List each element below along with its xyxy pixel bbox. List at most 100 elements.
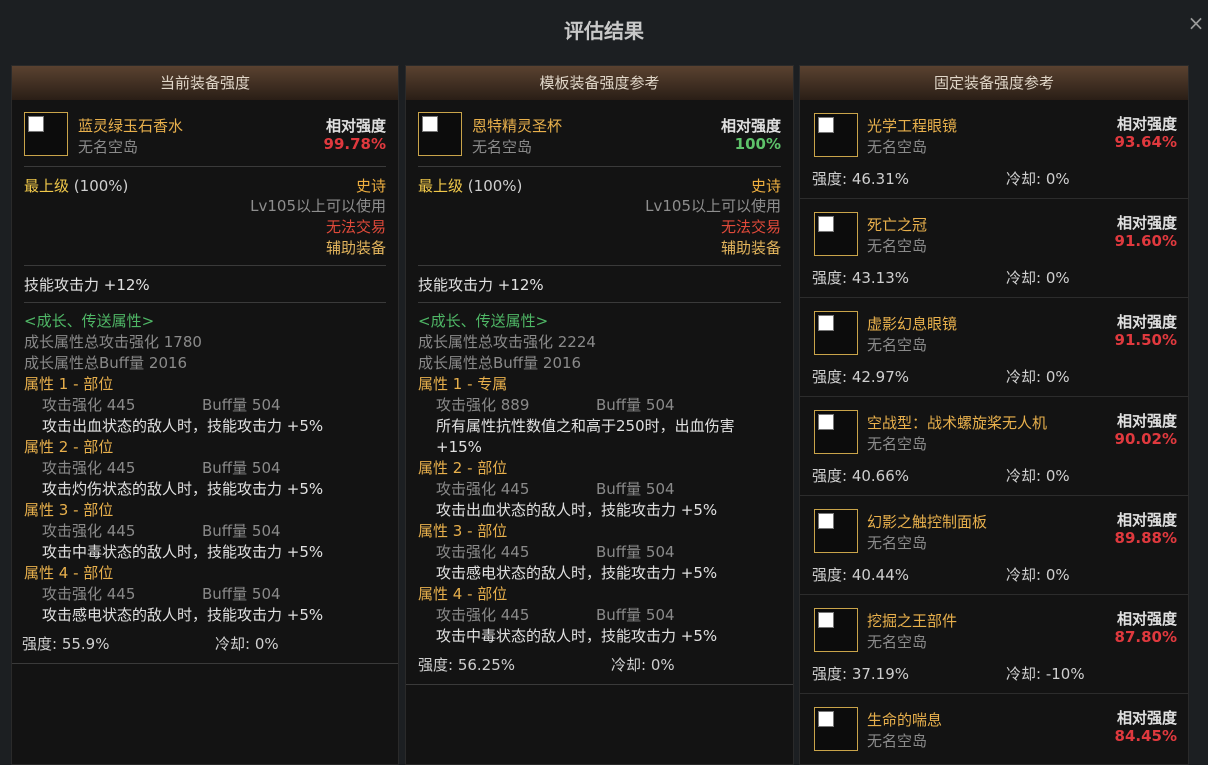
close-icon[interactable]: × xyxy=(1186,13,1206,33)
relative-strength-value: 91.50% xyxy=(1114,331,1177,349)
item-image xyxy=(814,707,858,751)
attribute-title: 属性 2 - 部位 xyxy=(24,438,114,456)
attribute-stats: 攻击强化 445 Buff量 504 xyxy=(418,542,781,563)
item-source: 无名空岛 xyxy=(78,138,139,156)
buff-stat: Buff量 504 xyxy=(202,585,281,603)
buff-stat: Buff量 504 xyxy=(596,480,675,498)
item-name: 空战型：战术螺旋桨无人机 xyxy=(867,414,1048,432)
attribute-effect: 攻击中毒状态的敌人时，技能攻击力 +5% xyxy=(42,543,324,561)
panel-header: 当前装备强度 xyxy=(12,66,398,100)
attribute-block: 属性 3 - 部位 攻击强化 445 Buff量 504 攻击感电状态的敌人时，技… xyxy=(418,521,781,584)
strength-row: 强度: 56.25% 冷却: 0% xyxy=(418,654,793,676)
item-name: 挖掘之王部件 xyxy=(867,612,958,630)
relative-strength-value: 84.45% xyxy=(1114,727,1177,745)
relative-strength-label: 相对强度 xyxy=(325,117,386,135)
skill-attack: 技能攻击力 +12% xyxy=(418,276,544,294)
relative-strength-value: 90.02% xyxy=(1114,430,1177,448)
equipment-card[interactable]: 空战型：战术螺旋桨无人机 无名空岛 相对强度 90.02% 强度: 40.66%… xyxy=(800,397,1188,496)
relative-strength-label: 相对强度 xyxy=(1116,115,1177,133)
cooldown-value: 冷却: 0% xyxy=(1006,170,1070,188)
attribute-title: 属性 1 - 部位 xyxy=(24,375,114,393)
item-image xyxy=(814,410,858,454)
relative-strength-value: 93.64% xyxy=(1114,133,1177,151)
relative-strength-label: 相对强度 xyxy=(1116,709,1177,727)
attribute-effect: 攻击中毒状态的敌人时，技能攻击力 +5% xyxy=(436,627,718,645)
item-source: 无名空岛 xyxy=(867,732,928,750)
item-name: 死亡之冠 xyxy=(867,216,928,234)
equipment-card[interactable]: 生命的喘息 无名空岛 相对强度 84.45% xyxy=(800,694,1188,764)
fixed-equipment-panel: 固定装备强度参考 光学工程眼镜 无名空岛 相对强度 93.64% 强度: 46.… xyxy=(799,65,1189,765)
attack-stat: 攻击强化 445 xyxy=(436,480,530,498)
item-image xyxy=(814,212,858,256)
attribute-block: 属性 1 - 部位 攻击强化 445 Buff量 504 攻击出血状态的敌人时，技… xyxy=(24,374,386,437)
relative-strength-value: 100% xyxy=(734,135,781,153)
grade: 最上级 xyxy=(418,177,464,195)
item-source: 无名空岛 xyxy=(867,435,928,453)
strength-value: 强度: 42.97% xyxy=(812,368,910,386)
item-image xyxy=(814,608,858,652)
attribute-title: 属性 2 - 部位 xyxy=(418,459,508,477)
growth-header: <成长、传送属性> xyxy=(418,312,549,330)
growth-attack: 成长属性总攻击强化 1780 xyxy=(24,333,202,351)
strength-row: 强度: 55.9% 冷却: 0% xyxy=(22,633,398,655)
attribute-block: 属性 1 - 专属 攻击强化 889 Buff量 504 所有属性抗性数值之和高于… xyxy=(418,374,781,458)
attribute-effect: 攻击感电状态的敌人时，技能攻击力 +5% xyxy=(436,564,718,582)
strength-value: 强度: 40.66% xyxy=(812,467,910,485)
attack-stat: 攻击强化 445 xyxy=(42,585,136,603)
level-requirement: Lv105以上可以使用 xyxy=(250,197,386,215)
attack-stat: 攻击强化 445 xyxy=(436,543,530,561)
divider xyxy=(418,265,781,266)
item-header: 蓝灵绿玉石香水 无名空岛 相对强度 99.78% xyxy=(24,112,386,160)
cooldown-value: 冷却: 0% xyxy=(611,656,675,674)
cooldown-value: 冷却: -10% xyxy=(1006,665,1085,683)
divider xyxy=(418,166,781,167)
buff-stat: Buff量 504 xyxy=(596,606,675,624)
item-source: 无名空岛 xyxy=(867,633,928,651)
attribute-effect: 攻击出血状态的敌人时，技能攻击力 +5% xyxy=(42,417,324,435)
relative-strength-label: 相对强度 xyxy=(1116,313,1177,331)
attack-stat: 攻击强化 889 xyxy=(436,396,530,414)
item-name: 光学工程眼镜 xyxy=(867,117,958,135)
relative-strength-value: 91.60% xyxy=(1114,232,1177,250)
item-source: 无名空岛 xyxy=(472,138,533,156)
equipment-card[interactable]: 挖掘之王部件 无名空岛 相对强度 87.80% 强度: 37.19% 冷却: -… xyxy=(800,595,1188,694)
item-header: 恩特精灵圣杯 无名空岛 相对强度 100% xyxy=(418,112,781,160)
growth-attack: 成长属性总攻击强化 2224 xyxy=(418,333,596,351)
attribute-stats: 攻击强化 445 Buff量 504 xyxy=(418,605,781,626)
equipment-card[interactable]: 虚影幻息眼镜 无名空岛 相对强度 91.50% 强度: 42.97% 冷却: 0… xyxy=(800,298,1188,397)
buff-stat: Buff量 504 xyxy=(596,543,675,561)
attribute-stats: 攻击强化 445 Buff量 504 xyxy=(418,479,781,500)
cooldown-value: 冷却: 0% xyxy=(1006,368,1070,386)
growth-buff: 成长属性总Buff量 2016 xyxy=(418,354,582,372)
item-name: 虚影幻息眼镜 xyxy=(867,315,958,333)
attribute-title: 属性 3 - 部位 xyxy=(418,522,508,540)
attribute-block: 属性 2 - 部位 攻击强化 445 Buff量 504 攻击灼伤状态的敌人时，技… xyxy=(24,437,386,500)
attribute-block: 属性 4 - 部位 攻击强化 445 Buff量 504 攻击感电状态的敌人时，技… xyxy=(24,563,386,626)
equipment-card[interactable]: 幻影之触控制面板 无名空岛 相对强度 89.88% 强度: 40.44% 冷却:… xyxy=(800,496,1188,595)
equipment-slot: 辅助装备 xyxy=(325,239,386,257)
relative-strength-label: 相对强度 xyxy=(720,117,781,135)
grade-row: 最上级 (100%) 史诗 xyxy=(418,175,781,196)
dialog-title: 评估结果 xyxy=(564,19,644,43)
panel-header: 固定装备强度参考 xyxy=(800,66,1188,100)
equipment-card[interactable]: 光学工程眼镜 无名空岛 相对强度 93.64% 强度: 46.31% 冷却: 0… xyxy=(800,100,1188,199)
panel-header: 模板装备强度参考 xyxy=(406,66,793,100)
item-image xyxy=(24,112,68,156)
item-source: 无名空岛 xyxy=(867,237,928,255)
attribute-title: 属性 1 - 专属 xyxy=(418,375,508,393)
buff-stat: Buff量 504 xyxy=(202,396,281,414)
attribute-stats: 攻击强化 445 Buff量 504 xyxy=(24,521,386,542)
attack-stat: 攻击强化 445 xyxy=(42,396,136,414)
item-name: 生命的喘息 xyxy=(867,711,943,729)
strength-value: 强度: 55.9% xyxy=(22,635,110,653)
divider xyxy=(24,166,386,167)
attribute-block: 属性 4 - 部位 攻击强化 445 Buff量 504 攻击中毒状态的敌人时，技… xyxy=(418,584,781,647)
grade-row: 最上级 (100%) 史诗 xyxy=(24,175,386,196)
grade-percent: (100%) xyxy=(467,177,523,195)
item-name: 幻影之触控制面板 xyxy=(867,513,988,531)
equipment-card[interactable]: 死亡之冠 无名空岛 相对强度 91.60% 强度: 43.13% 冷却: 0% xyxy=(800,199,1188,298)
relative-strength-label: 相对强度 xyxy=(1116,511,1177,529)
cooldown-value: 冷却: 0% xyxy=(1006,269,1070,287)
item-image xyxy=(814,509,858,553)
buff-stat: Buff量 504 xyxy=(596,396,675,414)
